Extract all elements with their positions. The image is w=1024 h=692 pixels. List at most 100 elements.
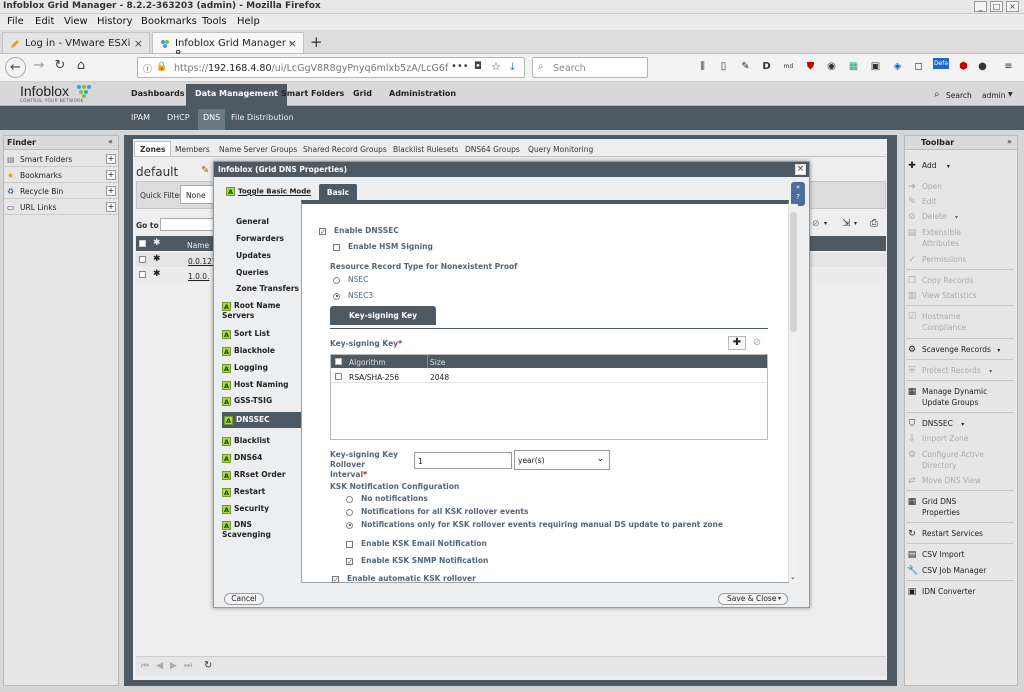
delete-icon[interactable]: ⊘ [812,219,820,229]
menu-view[interactable]: View [64,16,88,27]
rr-option-nsec[interactable]: NSEC [333,275,368,284]
toolbar-csv-import[interactable]: ▤ CSV Import [906,549,1016,560]
side-item-blacklist[interactable]: A Blacklist [222,436,300,446]
browser-tab-infoblox[interactable]: Infoblox Grid Manager - 8 × [152,32,304,60]
maximize-button[interactable]: □ [990,1,1003,12]
scroll-down-icon[interactable]: ⌄ [790,573,796,581]
collapse-icon[interactable]: « [108,137,113,146]
scrollbar-thumb[interactable] [790,212,797,332]
toolbar-import-zone[interactable]: ⇩ Import Zone [906,433,1016,444]
side-item-restart[interactable]: A Restart [222,487,300,497]
browser-tab-vmware[interactable]: Log in - VMware ESXi × [2,32,150,53]
close-icon[interactable]: × [795,164,806,175]
close-tab-icon[interactable]: × [134,37,143,50]
notif-option-all[interactable]: Notifications for all KSK rollover event… [346,507,528,516]
bookmark-star-icon[interactable]: ☆ [491,60,501,73]
print-icon[interactable]: ⎙ [870,218,878,229]
size-column-header[interactable]: Size [430,358,445,367]
user-menu[interactable]: admin [982,91,1006,100]
side-item-root-name-servers[interactable]: A Root Name Servers [222,301,292,321]
info-icon[interactable]: ⓘ [143,62,152,75]
library-icon[interactable]: ⫼ [697,61,708,72]
chevron-down-icon[interactable]: ▾ [854,220,857,227]
main-tab-administration[interactable]: Administration [380,84,465,106]
toolbar-edit[interactable]: ✎ Edit [906,196,1016,207]
radio-unselected[interactable] [333,276,340,284]
tab-name-server-groups[interactable]: Name Server Groups [219,145,297,160]
rollover-interval-input[interactable]: 1 [414,452,512,469]
toolbar-extensible-attributes[interactable]: ▤ Extensible Attributes [906,227,986,249]
side-item-host-naming[interactable]: A Host Naming [222,380,300,390]
checkbox-unchecked[interactable] [333,243,340,251]
notif-option-manual-ds[interactable]: Notifications only for KSK rollover even… [346,520,723,529]
rollover-unit-select[interactable]: year(s) ⌄ [514,450,610,470]
pagination-icons[interactable]: ⏮◀▶⏭ [141,661,199,671]
blue-extension-icon[interactable]: ◈ [892,61,903,72]
more-icon[interactable]: ••• [451,61,469,72]
notif-option-none[interactable]: No notifications [346,494,428,503]
chevron-down-icon[interactable]: ▾ [824,220,827,227]
app-search-link[interactable]: Search [946,91,972,100]
row-checkbox[interactable] [139,256,146,263]
toolbar-permissions[interactable]: ✓ Permissions [906,254,1016,265]
checkbox-checked[interactable]: ✓ [319,227,326,235]
toolbar-dnssec[interactable]: ⛉ DNSSEC ▾ [906,418,1016,430]
auto-rollover-checkbox[interactable]: ✓ Enable automatic KSK rollover [332,574,476,583]
side-item-queries[interactable]: Queries [222,268,300,278]
menu-bookmarks[interactable]: Bookmarks [141,16,197,27]
chevron-down-icon[interactable]: ▼ [1008,91,1013,98]
sidebar-icon[interactable]: ▯ [718,61,729,72]
pocket-icon[interactable]: ◘ [474,61,482,72]
minimize-button[interactable]: _ [974,1,987,12]
row-checkbox[interactable] [335,373,342,380]
gear-icon[interactable]: ✱ [153,269,161,279]
radio-selected[interactable] [333,292,340,300]
side-item-gss-tsig[interactable]: A GSS-TSIG [222,396,300,406]
new-tab-icon[interactable]: + [310,33,323,51]
refresh-icon[interactable]: ↻ [204,660,212,671]
close-window-button[interactable]: × [1006,1,1019,12]
tab-dns64-groups[interactable]: DNS64 Groups [465,145,520,160]
snmp-notification-checkbox[interactable]: ✓ Enable KSK SNMP Notification [346,556,488,565]
gear-icon[interactable]: ✱ [153,254,161,264]
side-item-zone-transfers[interactable]: Zone Transfers [222,284,300,294]
toolbar-configure-active-directory[interactable]: ⚙ Configure Active Directory [906,449,986,471]
expand-icon[interactable]: + [106,202,116,212]
toolbar-grid-dns-properties[interactable]: ▦ Grid DNS Properties [906,496,966,518]
checkbox-checked[interactable]: ✓ [332,575,339,583]
finder-item-url-links[interactable]: ▭ URL Links + [4,200,118,215]
algorithm-column-header[interactable]: Algorithm [349,358,386,367]
rr-option-nsec3[interactable]: NSEC3 [333,291,373,300]
tab-query-monitoring[interactable]: Query Monitoring [528,145,593,160]
menu-tools[interactable]: Tools [202,16,227,27]
menu-edit[interactable]: Edit [35,16,54,27]
main-tab-smart-folders[interactable]: Smart Folders [272,84,353,106]
defa-extension-icon[interactable]: Defa [933,58,949,69]
side-item-security[interactable]: A Security [222,504,300,514]
select-all-checkbox[interactable] [335,358,342,365]
close-tab-icon[interactable]: × [288,37,297,50]
grid-extension-icon[interactable]: ▦ [848,61,859,72]
md-extension-icon[interactable]: md [783,61,794,72]
back-icon[interactable]: ← [5,57,26,78]
color-extension-icon[interactable]: ● [977,61,988,72]
sub-tab-ipam[interactable]: IPAM [131,113,150,122]
enable-hsm-checkbox[interactable]: Enable HSM Signing [333,242,433,251]
url-bar[interactable]: ⓘ 🔒 https://192.168.4.80/ui/LcGgV8R8gyPn… [137,57,525,78]
toolbar-view-statistics[interactable]: ▥ View Statistics [906,290,1016,301]
cancel-button[interactable]: Cancel [224,593,264,605]
enable-dnssec-checkbox[interactable]: ✓ Enable DNSSEC [319,226,399,235]
tab-shared-record-groups[interactable]: Shared Record Groups [303,145,387,160]
edit-icon[interactable]: ✎ [201,165,209,176]
toggle-basic-mode-link[interactable]: A Toggle Basic Mode [226,187,311,196]
finder-item-bookmarks[interactable]: ★ Bookmarks + [4,168,118,183]
tab-blacklist-rulesets[interactable]: Blacklist Rulesets [393,145,458,160]
side-item-rrset-order[interactable]: A RRset Order [222,470,300,480]
finder-item-smart-folders[interactable]: ▤ Smart Folders + [4,152,118,167]
toolbar-manage-dynamic-update-groups[interactable]: ▦ Manage Dynamic Update Groups [906,386,990,408]
toolbar-scavenge-records[interactable]: ⚙ Scavenge Records ▾ [906,344,1016,356]
side-item-updates[interactable]: Updates [222,251,300,261]
tab-zones[interactable]: Zones [134,141,172,156]
remove-key-button[interactable]: ⊘ [748,336,766,350]
toolbar-copy-records[interactable]: ❐ Copy Records [906,275,1016,286]
